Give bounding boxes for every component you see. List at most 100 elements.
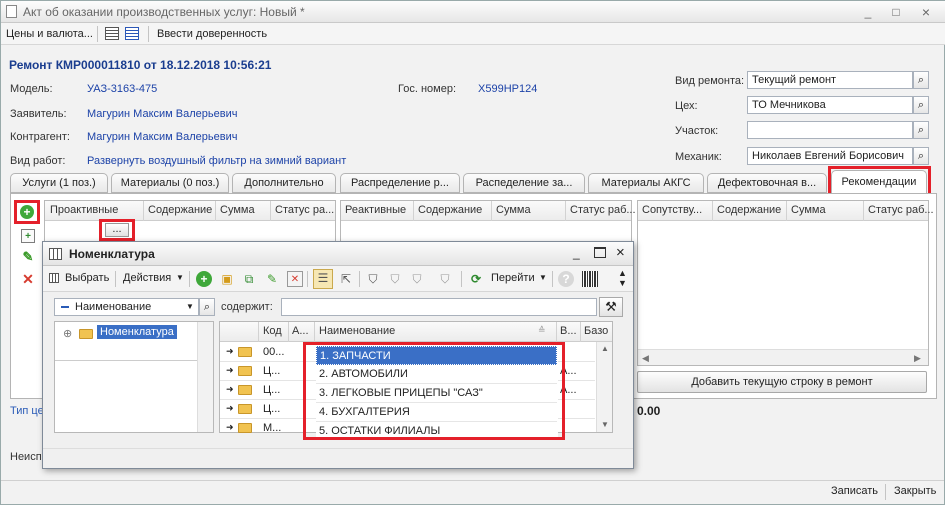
filter-value-icon[interactable]: ⛉	[387, 271, 403, 287]
scroll-up-icon[interactable]: ▲	[601, 344, 609, 353]
dialog-status-bar	[43, 448, 633, 468]
column-header[interactable]: Код	[263, 325, 282, 337]
column-header[interactable]: Проактивные	[50, 204, 118, 216]
maximize-button[interactable]: □	[889, 5, 903, 19]
list-view-icon[interactable]	[105, 27, 119, 40]
checklist-icon[interactable]	[125, 27, 139, 40]
add-icon[interactable]: +	[20, 205, 34, 219]
tab-additional[interactable]: Дополнительно	[232, 173, 336, 193]
column-header[interactable]: Сумма	[496, 204, 531, 216]
column-header[interactable]: Наименование	[319, 325, 395, 337]
refresh-icon[interactable]: ⟳	[468, 271, 484, 287]
goto-menu[interactable]: Перейти	[491, 272, 535, 284]
model-value[interactable]: УАЗ-3163-475	[87, 83, 157, 95]
save-button[interactable]: Записать	[831, 485, 878, 497]
related-grid[interactable]: Сопутству... Содержание Сумма Статус раб…	[637, 200, 934, 366]
tree-expand-icon[interactable]: ⊕	[63, 327, 72, 340]
shop-field[interactable]: ТО Мечникова	[747, 96, 913, 114]
filter-clear-icon[interactable]: ⛉	[437, 271, 453, 287]
add-icon[interactable]: +	[196, 271, 212, 287]
edit-icon[interactable]: ✎	[21, 250, 35, 264]
filter-icon[interactable]: ⛉	[365, 271, 381, 287]
filter-search-icon[interactable]: ⌕	[199, 298, 215, 316]
expand-arrow-icon[interactable]: ➜	[226, 422, 234, 433]
scroll-right-icon[interactable]: ▶	[914, 353, 921, 364]
minimize-button[interactable]: _	[861, 5, 875, 19]
expand-arrow-icon[interactable]: ➜	[226, 384, 234, 395]
edit-icon[interactable]: ✎	[264, 271, 280, 287]
column-header[interactable]: Сумма	[220, 204, 255, 216]
section-search-icon[interactable]: ⌕	[913, 121, 929, 139]
document-title: Ремонт КМР000011810 от 18.12.2018 10:56:…	[9, 58, 272, 72]
column-header[interactable]: Статус раб...	[868, 204, 934, 216]
column-header[interactable]: Базо	[584, 325, 608, 337]
column-header[interactable]: Содержание	[717, 204, 781, 216]
column-header[interactable]: А...	[292, 325, 309, 337]
scroll-left-icon[interactable]: ◀	[642, 353, 649, 364]
column-header[interactable]: Сопутству...	[642, 204, 702, 216]
counterparty-value[interactable]: Магурин Максим Валерьевич	[87, 131, 237, 143]
hammer-icon[interactable]: ⚒	[599, 297, 623, 317]
mechanic-search-icon[interactable]: ⌕	[913, 147, 929, 165]
barcode-icon[interactable]	[582, 271, 598, 287]
add-to-repair-button[interactable]: Добавить текущую строку в ремонт	[637, 371, 927, 393]
shop-search-icon[interactable]: ⌕	[913, 96, 929, 114]
ellipsis-button[interactable]: ...	[105, 223, 129, 237]
enter-proxy-button[interactable]: Ввести доверенность	[157, 28, 267, 40]
applicant-value[interactable]: Магурин Максим Валерьевич	[87, 108, 237, 120]
gos-nomer-value[interactable]: Х599НР124	[478, 83, 537, 95]
horizontal-scrollbar[interactable]: ◀ ▶	[638, 349, 928, 365]
work-type-value[interactable]: Развернуть воздушный фильтр на зимний ва…	[87, 155, 346, 167]
close-button[interactable]: ×	[919, 5, 933, 19]
price-type-label[interactable]: Тип це	[10, 405, 44, 417]
grid-scrollbar[interactable]: ▲ ▼	[596, 342, 612, 432]
dialog-minimize-button[interactable]: _	[573, 246, 580, 260]
column-header[interactable]: Сумма	[791, 204, 826, 216]
tab-distribution-z[interactable]: Распеделение за...	[463, 173, 585, 193]
add-group-icon[interactable]: ▣	[219, 271, 235, 287]
column-header[interactable]: Статус ра...	[275, 204, 334, 216]
parent-level-icon[interactable]: ⇱	[338, 271, 354, 287]
select-button[interactable]: Выбрать	[65, 272, 109, 284]
tab-materials-akgs[interactable]: Материалы АКГС	[588, 173, 704, 193]
filter-field-select[interactable]: Наименование ▼	[54, 298, 199, 316]
scroll-down-icon[interactable]: ▼	[601, 420, 609, 429]
sort-icon[interactable]: ≙	[538, 325, 546, 336]
actions-dropdown-icon[interactable]: ▼	[176, 273, 184, 282]
column-header[interactable]: Содержание	[418, 204, 482, 216]
tab-services[interactable]: Услуги (1 поз.)	[10, 173, 108, 193]
close-footer-button[interactable]: Закрыть	[894, 485, 936, 497]
tab-defect[interactable]: Дефектовочная в...	[707, 173, 827, 193]
expand-arrow-icon[interactable]: ➜	[226, 365, 234, 376]
more-menu-icon[interactable]: ▲ ▼	[618, 268, 627, 288]
prices-currency-button[interactable]: Цены и валюта...	[6, 28, 93, 40]
help-icon[interactable]: ?	[558, 271, 574, 287]
repair-type-field[interactable]: Текущий ремонт	[747, 71, 913, 89]
hierarchy-icon[interactable]: ☰	[313, 269, 333, 289]
dialog-maximize-button[interactable]	[594, 247, 606, 258]
delete-icon[interactable]: ✕	[287, 271, 303, 287]
column-header[interactable]: Реактивные	[345, 204, 406, 216]
copy-icon[interactable]: ⧉	[241, 271, 257, 287]
mechanic-field[interactable]: Николаев Евгений Борисович	[747, 147, 913, 165]
section-field[interactable]	[747, 121, 913, 139]
tab-distribution-r[interactable]: Распределение р...	[340, 173, 460, 193]
tree-root-item[interactable]: Номенклатура	[97, 325, 177, 339]
filter-list-icon[interactable]: ⛉	[409, 271, 425, 287]
column-header[interactable]: В...	[560, 325, 577, 337]
chevron-down-icon[interactable]: ▼	[186, 302, 194, 311]
tree-scrollbar[interactable]	[197, 322, 213, 432]
expand-arrow-icon[interactable]: ➜	[226, 403, 234, 414]
column-header[interactable]: Статус раб...	[570, 204, 636, 216]
delete-icon[interactable]: ✕	[21, 272, 35, 286]
goto-dropdown-icon[interactable]: ▼	[539, 273, 547, 282]
tab-materials[interactable]: Материалы (0 поз.)	[111, 173, 229, 193]
column-header[interactable]: Содержание	[148, 204, 212, 216]
dialog-close-button[interactable]: ×	[616, 244, 625, 261]
repair-type-search-icon[interactable]: ⌕	[913, 71, 929, 89]
expand-arrow-icon[interactable]: ➜	[226, 346, 234, 357]
contains-input[interactable]	[281, 298, 597, 316]
tree-panel[interactable]: ⊕ Номенклатура	[54, 321, 214, 433]
actions-menu[interactable]: Действия	[123, 272, 171, 284]
copy-add-icon[interactable]: +	[21, 229, 35, 243]
